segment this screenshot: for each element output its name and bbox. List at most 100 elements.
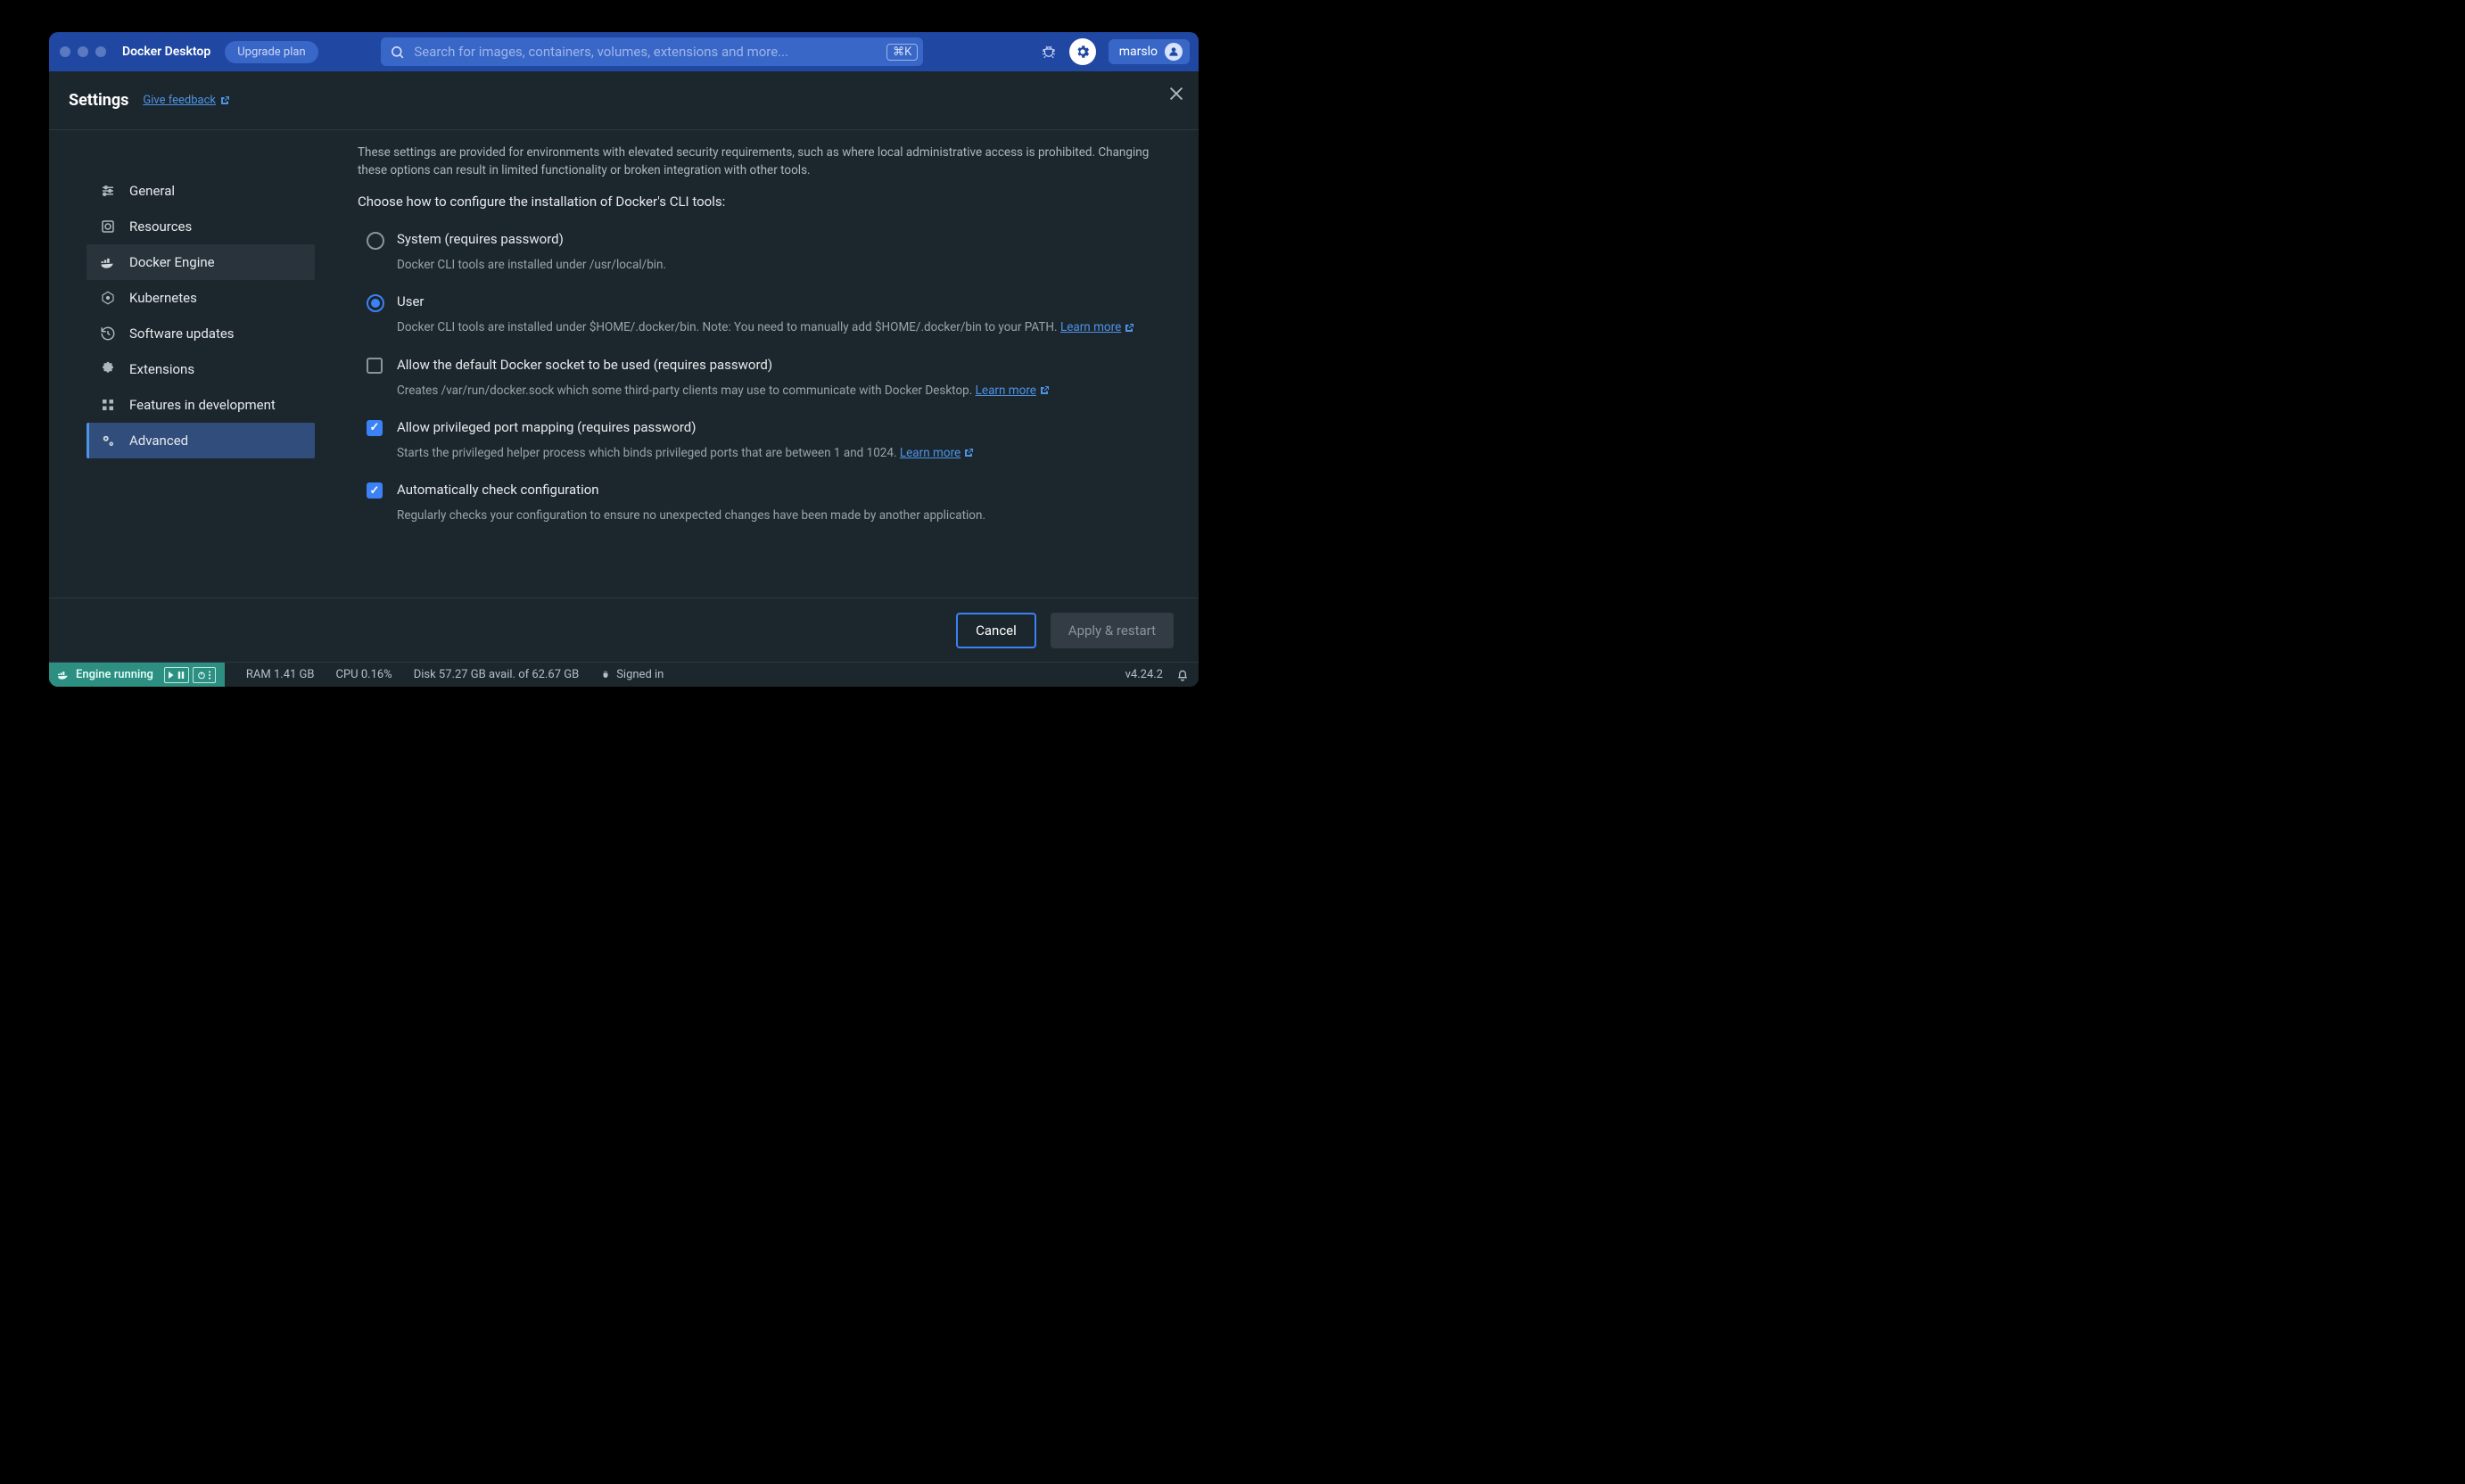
feedback-label: Give feedback (143, 94, 216, 107)
upgrade-plan-button[interactable]: Upgrade plan (225, 41, 317, 63)
page-title: Settings (69, 91, 128, 110)
titlebar: Docker Desktop Upgrade plan Search for i… (49, 32, 1199, 71)
learn-more-label: Learn more (976, 383, 1036, 398)
give-feedback-link[interactable]: Give feedback (143, 94, 230, 107)
option-system: System (requires password) Docker CLI to… (358, 227, 1163, 290)
sidebar-item-resources[interactable]: Resources (87, 209, 315, 244)
radio-user[interactable] (367, 294, 384, 312)
option-desc: Docker CLI tools are installed under $HO… (397, 318, 1163, 336)
settings-sidebar: General Resources Docker Engine Kubernet… (49, 130, 352, 598)
external-link-icon (1124, 323, 1134, 334)
checkbox-privileged[interactable] (367, 420, 384, 438)
sidebar-item-label: Extensions (129, 361, 194, 377)
signed-in-label: Signed in (616, 668, 664, 681)
resources-icon (99, 218, 117, 235)
signed-in-stat: Signed in (600, 668, 664, 681)
sidebar-item-docker-engine[interactable]: Docker Engine (87, 244, 315, 280)
plug-icon (600, 670, 611, 680)
option-desc: Starts the privileged helper process whi… (397, 444, 1163, 462)
option-label: User (397, 293, 1163, 309)
grid-icon (99, 397, 117, 413)
warning-text: These settings are provided for environm… (358, 144, 1163, 179)
sidebar-item-label: General (129, 183, 175, 199)
kubernetes-icon (99, 290, 117, 306)
engine-controls (164, 667, 216, 683)
option-desc-text: Starts the privileged helper process whi… (397, 446, 900, 460)
sidebar-item-label: Features in development (129, 397, 276, 413)
sidebar-item-label: Kubernetes (129, 290, 197, 306)
puzzle-icon (99, 361, 117, 377)
app-window: Docker Desktop Upgrade plan Search for i… (49, 32, 1199, 687)
option-desc: Docker CLI tools are installed under /us… (397, 256, 1163, 274)
page-header: Settings Give feedback (49, 71, 1199, 130)
footer: Cancel Apply & restart (49, 598, 1199, 662)
sidebar-item-kubernetes[interactable]: Kubernetes (87, 280, 315, 316)
option-user: User Docker CLI tools are installed unde… (358, 290, 1163, 352)
settings-body: General Resources Docker Engine Kubernet… (49, 130, 1199, 598)
bug-icon[interactable] (1041, 44, 1057, 60)
option-label: Allow privileged port mapping (requires … (397, 419, 1163, 435)
whale-icon (99, 253, 117, 271)
learn-more-label: Learn more (900, 446, 960, 460)
option-privileged: Allow privileged port mapping (requires … (358, 416, 1163, 478)
option-label: Allow the default Docker socket to be us… (397, 357, 1163, 373)
checkbox-autocheck[interactable] (367, 482, 384, 500)
sidebar-item-label: Advanced (129, 433, 188, 449)
app-title: Docker Desktop (122, 45, 210, 59)
sidebar-item-general[interactable]: General (87, 173, 315, 209)
status-bar: Engine running RAM 1.41 GB CPU 0.16% Dis… (49, 662, 1199, 687)
sidebar-item-label: Docker Engine (129, 254, 215, 270)
sidebar-item-label: Resources (129, 218, 192, 235)
apply-restart-button: Apply & restart (1051, 613, 1174, 648)
radio-system[interactable] (367, 232, 384, 250)
ram-stat: RAM 1.41 GB (246, 668, 315, 681)
checkbox-socket[interactable] (367, 358, 384, 375)
user-menu[interactable]: marslo (1109, 39, 1190, 64)
engine-status[interactable]: Engine running (49, 663, 225, 687)
option-autocheck: Automatically check configuration Regula… (358, 478, 1163, 540)
settings-icon[interactable] (1069, 38, 1096, 65)
settings-content: These settings are provided for environm… (352, 130, 1199, 598)
external-link-icon (219, 95, 230, 106)
learn-more-link[interactable]: Learn more (900, 446, 974, 460)
engine-status-label: Engine running (76, 668, 153, 681)
sidebar-item-label: Software updates (129, 326, 235, 342)
bell-icon[interactable] (1175, 668, 1190, 682)
play-pause-button[interactable] (164, 667, 189, 683)
close-window-dot[interactable] (60, 46, 70, 57)
whale-icon (56, 668, 70, 682)
minimize-window-dot[interactable] (78, 46, 88, 57)
sidebar-item-software-updates[interactable]: Software updates (87, 316, 315, 351)
sidebar-item-extensions[interactable]: Extensions (87, 351, 315, 387)
option-desc: Creates /var/run/docker.sock which some … (397, 382, 1163, 400)
cancel-button[interactable]: Cancel (956, 613, 1036, 648)
search-placeholder: Search for images, containers, volumes, … (414, 44, 878, 60)
option-socket: Allow the default Docker socket to be us… (358, 353, 1163, 416)
option-label: Automatically check configuration (397, 482, 1163, 498)
version-label: v4.24.2 (1125, 668, 1163, 681)
cli-prompt: Choose how to configure the installation… (358, 194, 1163, 210)
maximize-window-dot[interactable] (95, 46, 106, 57)
cpu-stat: CPU 0.16% (336, 668, 392, 681)
history-icon (99, 326, 117, 342)
search-icon (390, 45, 405, 60)
option-label: System (requires password) (397, 231, 1163, 247)
avatar-icon (1165, 43, 1183, 61)
gears-icon (99, 433, 117, 449)
external-link-icon (963, 448, 974, 458)
external-link-icon (1039, 385, 1050, 396)
username-label: marslo (1119, 45, 1158, 59)
sidebar-item-features[interactable]: Features in development (87, 387, 315, 423)
option-desc: Regularly checks your configuration to e… (397, 507, 1163, 524)
learn-more-link[interactable]: Learn more (976, 383, 1050, 398)
power-menu-button[interactable] (193, 667, 216, 683)
disk-stat: Disk 57.27 GB avail. of 62.67 GB (414, 668, 580, 681)
close-icon[interactable] (1167, 84, 1186, 103)
search-input[interactable]: Search for images, containers, volumes, … (381, 37, 923, 66)
option-desc-text: Creates /var/run/docker.sock which some … (397, 383, 976, 398)
sliders-icon (99, 183, 117, 199)
search-shortcut: ⌘K (886, 44, 918, 61)
learn-more-link[interactable]: Learn more (1060, 320, 1134, 334)
option-desc-text: Docker CLI tools are installed under $HO… (397, 320, 1060, 334)
sidebar-item-advanced[interactable]: Advanced (87, 423, 315, 458)
